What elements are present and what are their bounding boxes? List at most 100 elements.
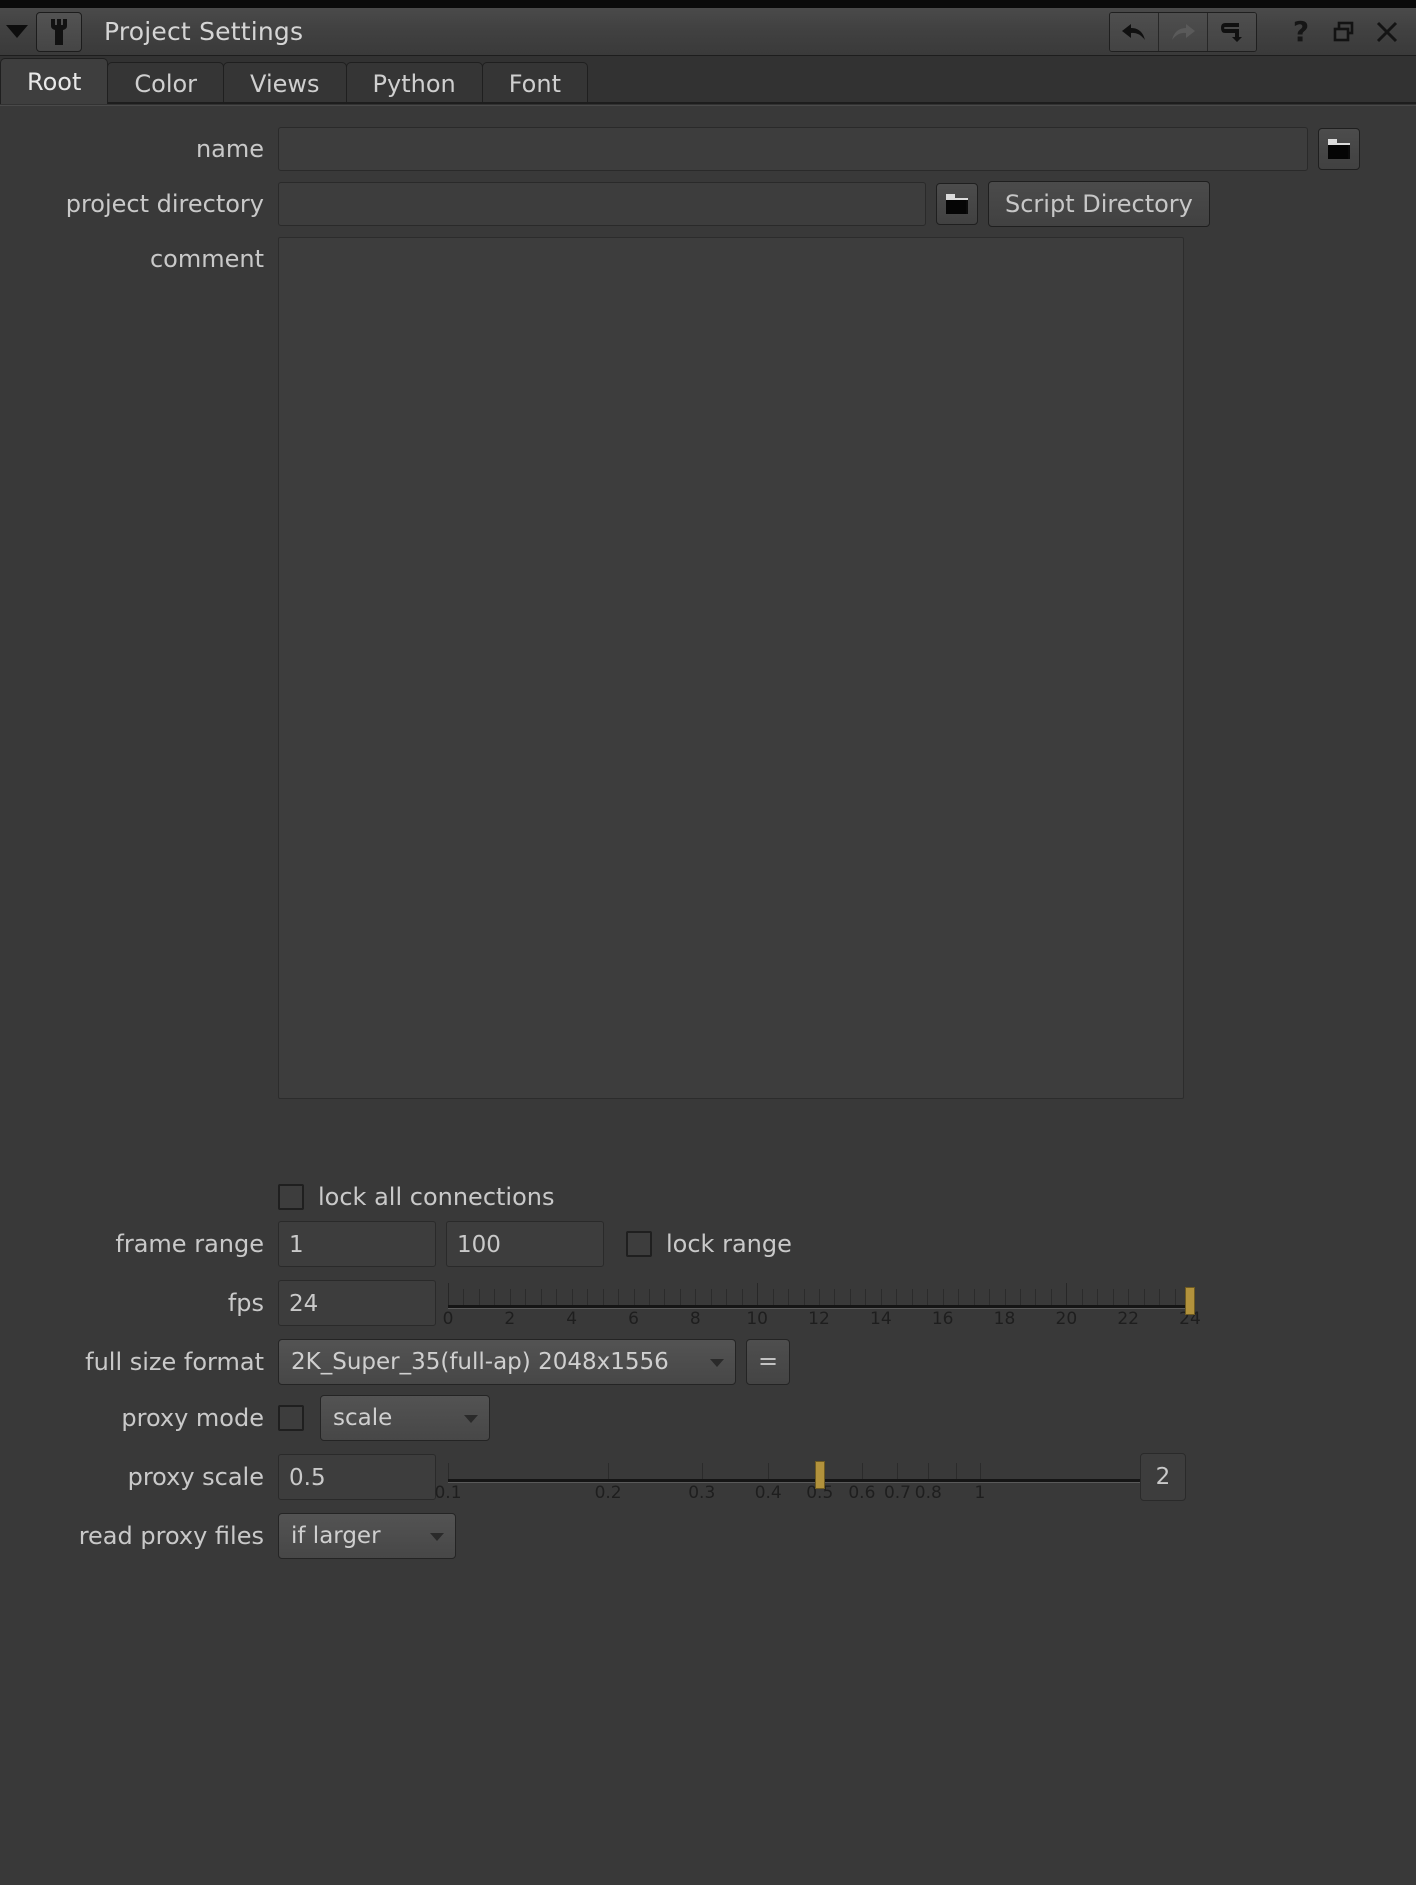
help-button[interactable]: ? — [1286, 13, 1316, 51]
slider-tick — [525, 1289, 526, 1305]
slider-tick-label: 6 — [628, 1309, 639, 1329]
proxy-mode-label: proxy mode — [0, 1404, 278, 1432]
slider-tick — [556, 1289, 557, 1305]
slider-tick — [711, 1289, 712, 1305]
slider-tick — [804, 1289, 805, 1305]
slider-tick — [1113, 1289, 1114, 1305]
slider-tick-label: 4 — [566, 1309, 577, 1329]
tab-root[interactable]: Root — [0, 58, 108, 104]
row-full-size-format: full size format 2K_Super_35(full-ap) 20… — [0, 1339, 1416, 1385]
project-settings-window: Project Settings — [0, 0, 1416, 1885]
undo-arrow-icon — [1120, 22, 1148, 42]
slider-tick — [989, 1289, 990, 1305]
tab-font[interactable]: Font — [482, 62, 588, 104]
comment-label: comment — [0, 237, 278, 281]
proxy-mode-value: scale — [333, 1405, 392, 1431]
project-directory-browse-button[interactable] — [936, 183, 978, 225]
redo-button[interactable] — [1159, 13, 1208, 51]
slider-tick — [974, 1289, 975, 1305]
fps-slider-handle[interactable] — [1185, 1287, 1195, 1315]
titlebar-buttons: ? — [1109, 12, 1416, 52]
node-wrench-button[interactable] — [36, 12, 82, 52]
slider-tick — [572, 1289, 573, 1305]
tab-views[interactable]: Views — [223, 62, 346, 104]
slider-tick-label: 10 — [746, 1309, 768, 1329]
slider-tick — [587, 1289, 588, 1305]
proxy-scale-input[interactable]: 0.5 — [278, 1454, 436, 1500]
slider-tick-label: 0 — [443, 1309, 454, 1329]
proxy-scale-slider-handle[interactable] — [815, 1461, 825, 1489]
proxy-scale-max-box[interactable]: 2 — [1140, 1453, 1186, 1501]
script-directory-button[interactable]: Script Directory — [988, 181, 1210, 227]
row-frame-range: frame range 1 100 lock range — [0, 1221, 1416, 1267]
full-size-format-dropdown[interactable]: 2K_Super_35(full-ap) 2048x1556 — [278, 1339, 736, 1385]
slider-tick — [1159, 1289, 1160, 1305]
tabbar: Root Color Views Python Font — [0, 56, 1416, 104]
undo-button[interactable] — [1110, 13, 1159, 51]
full-size-format-label: full size format — [0, 1348, 278, 1376]
slider-tick — [463, 1289, 464, 1305]
lock-range-label: lock range — [666, 1230, 792, 1258]
slider-tick — [618, 1289, 619, 1305]
name-input[interactable] — [278, 127, 1308, 171]
slider-tick — [834, 1289, 835, 1305]
slider-tick-label: 22 — [1117, 1309, 1139, 1329]
project-directory-label: project directory — [0, 190, 278, 218]
fps-slider[interactable]: 024681012141618202224 — [448, 1277, 1190, 1329]
slider-tick-label: 20 — [1056, 1309, 1078, 1329]
slider-tick — [479, 1289, 480, 1305]
fps-label: fps — [0, 1289, 278, 1317]
row-proxy-mode: proxy mode scale — [0, 1395, 1416, 1441]
question-mark-icon: ? — [1293, 18, 1309, 46]
close-icon — [1375, 20, 1399, 44]
lock-all-connections-label: lock all connections — [318, 1183, 554, 1211]
read-proxy-files-dropdown[interactable]: if larger — [278, 1513, 456, 1559]
slider-tick — [742, 1289, 743, 1305]
slider-tick — [448, 1283, 449, 1305]
titlebar: Project Settings — [0, 8, 1416, 56]
slider-tick — [980, 1463, 981, 1479]
slider-tick — [956, 1463, 957, 1479]
slider-tick — [928, 1463, 929, 1479]
slider-tick — [958, 1289, 959, 1305]
slider-tick-label: 0.6 — [848, 1483, 875, 1503]
frame-range-end-input[interactable]: 100 — [446, 1221, 604, 1267]
row-fps: fps 24 024681012141618202224 — [0, 1277, 1416, 1329]
slider-tick — [881, 1289, 882, 1305]
revert-button[interactable] — [1208, 13, 1256, 51]
slider-tick — [603, 1289, 604, 1305]
project-directory-input[interactable] — [278, 182, 926, 226]
panel-menu-button[interactable] — [0, 8, 34, 56]
history-button-group — [1109, 12, 1257, 52]
proxy-mode-checkbox[interactable] — [278, 1405, 304, 1431]
comment-textarea[interactable] — [278, 237, 1184, 1099]
slider-tick-label: 0.2 — [595, 1483, 622, 1503]
name-browse-button[interactable] — [1318, 128, 1360, 170]
row-name: name — [0, 127, 1416, 171]
lock-all-connections-checkbox[interactable] — [278, 1184, 304, 1210]
tab-color[interactable]: Color — [107, 62, 224, 104]
format-edit-button[interactable]: = — [746, 1339, 790, 1385]
slider-tick-label: 1 — [974, 1483, 985, 1503]
slider-tick-label: 18 — [994, 1309, 1016, 1329]
proxy-scale-slider[interactable]: 0.10.20.30.40.50.60.70.81 — [448, 1451, 1140, 1503]
slider-tick-label: 0.3 — [688, 1483, 715, 1503]
slider-tick — [726, 1289, 727, 1305]
tab-python[interactable]: Python — [346, 62, 483, 104]
slider-tick — [702, 1463, 703, 1479]
lock-range-checkbox[interactable] — [626, 1231, 652, 1257]
frame-range-label: frame range — [0, 1230, 278, 1258]
slider-tick — [1051, 1289, 1052, 1305]
slider-tick — [680, 1289, 681, 1305]
proxy-mode-dropdown[interactable]: scale — [320, 1395, 490, 1441]
slider-tick — [1066, 1283, 1067, 1305]
close-button[interactable] — [1372, 13, 1402, 51]
slider-tick — [541, 1289, 542, 1305]
frame-range-start-input[interactable]: 1 — [278, 1221, 436, 1267]
restore-window-button[interactable] — [1329, 13, 1359, 51]
fps-input[interactable]: 24 — [278, 1280, 436, 1326]
proxy-scale-slider-track[interactable] — [448, 1479, 1140, 1483]
row-read-proxy-files: read proxy files if larger — [0, 1513, 1416, 1559]
window-top-strip — [0, 0, 1416, 8]
slider-tick — [850, 1289, 851, 1305]
